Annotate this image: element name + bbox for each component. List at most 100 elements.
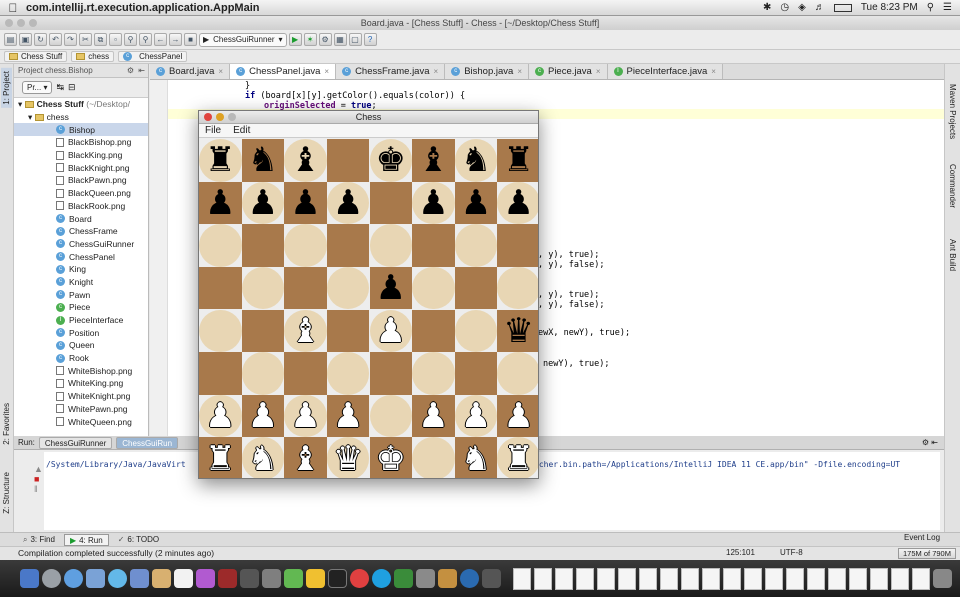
gear-icon[interactable]: ⚙ — [127, 64, 134, 78]
close-tab-icon[interactable]: × — [596, 67, 601, 76]
board-square[interactable]: ♟ — [369, 309, 413, 353]
board-square[interactable] — [369, 181, 413, 225]
safari-icon[interactable] — [64, 569, 83, 588]
bottom-tool-tab[interactable]: ▶ 4: Run — [63, 533, 109, 546]
bottom-tool-tab[interactable]: ⌕ 3: Find — [18, 534, 60, 546]
stop-icon[interactable]: ■ — [34, 474, 44, 484]
black-pawn-icon[interactable]: ♟ — [333, 186, 363, 220]
structure-tool-tab[interactable]: Z: Structure — [1, 469, 12, 517]
rerun-icon[interactable]: ▲ — [34, 464, 44, 474]
app-menu-title[interactable]: com.intellij.rt.execution.application.Ap… — [26, 2, 259, 14]
board-square[interactable]: ♟ — [497, 394, 538, 438]
board-square[interactable] — [241, 266, 285, 310]
document-icon[interactable] — [765, 567, 783, 590]
tree-item[interactable]: BlackBishop.png — [14, 136, 148, 149]
tree-item[interactable]: c Queen — [14, 339, 148, 352]
editor-tab[interactable]: c Board.java × — [150, 64, 231, 79]
close-tab-icon[interactable]: × — [324, 67, 329, 76]
favorites-tool-tab[interactable]: 2: Favorites — [1, 400, 12, 448]
tree-item[interactable]: WhiteBishop.png — [14, 364, 148, 377]
tree-item[interactable]: c King — [14, 263, 148, 276]
white-bishop-icon[interactable]: ♝ — [290, 314, 320, 348]
black-bishop-icon[interactable]: ♝ — [290, 143, 320, 177]
board-square[interactable]: ♟ — [284, 394, 327, 438]
app-icon[interactable] — [482, 569, 501, 588]
debug-icon[interactable]: ✶ — [303, 33, 317, 46]
board-square[interactable]: ♝ — [284, 437, 327, 478]
tree-item[interactable]: BlackPawn.png — [14, 174, 148, 187]
document-icon[interactable] — [534, 567, 552, 590]
event-log-button[interactable]: Event Log — [904, 533, 940, 542]
tree-item[interactable]: c Piece — [14, 301, 148, 314]
board-square[interactable] — [497, 352, 538, 395]
pause-icon[interactable]: ‖ — [34, 484, 44, 494]
board-square[interactable]: ♛ — [497, 309, 538, 353]
memory-indicator[interactable]: 175M of 790M — [898, 548, 956, 559]
black-bishop-icon[interactable]: ♝ — [418, 143, 448, 177]
document-icon[interactable] — [849, 567, 867, 590]
run-tab[interactable]: ChessGuiRun — [116, 436, 179, 449]
tree-package[interactable]: ▾ chess — [14, 111, 148, 124]
board-square[interactable]: ♚ — [369, 437, 413, 478]
document-icon[interactable] — [639, 567, 657, 590]
white-bishop-icon[interactable]: ♝ — [290, 442, 320, 476]
preview-icon[interactable] — [416, 569, 435, 588]
board-square[interactable] — [241, 309, 285, 353]
board-square[interactable]: ♟ — [199, 394, 242, 438]
board-square[interactable]: ♟ — [199, 181, 242, 225]
open-folder-icon[interactable]: ▤ — [4, 33, 17, 46]
make-project-icon[interactable]: ■ — [184, 33, 197, 46]
commander-tab[interactable]: Commander — [948, 164, 957, 208]
black-pawn-icon[interactable]: ♟ — [248, 186, 278, 220]
board-square[interactable]: ♝ — [412, 139, 455, 182]
zoom-window-icon[interactable] — [228, 113, 236, 121]
run-tab[interactable]: ChessGuiRunner — [38, 436, 113, 449]
board-square[interactable]: ♜ — [497, 139, 538, 182]
board-square[interactable]: ♟ — [497, 181, 538, 225]
black-king-icon[interactable]: ♚ — [376, 143, 406, 177]
board-square[interactable] — [369, 224, 413, 267]
board-square[interactable] — [326, 266, 370, 310]
close-window-icon[interactable] — [204, 113, 212, 121]
white-pawn-icon[interactable]: ♟ — [290, 399, 320, 433]
document-icon[interactable] — [681, 567, 699, 590]
board-square[interactable] — [412, 266, 455, 310]
app-store-icon[interactable] — [108, 569, 127, 588]
tree-item[interactable]: BlackRook.png — [14, 200, 148, 213]
run-config-select[interactable]: ▶ ChessGuiRunner ▾ — [199, 32, 287, 47]
board-square[interactable] — [326, 224, 370, 267]
mail-icon[interactable] — [86, 569, 105, 588]
board-square[interactable] — [326, 352, 370, 395]
white-pawn-icon[interactable]: ♟ — [418, 399, 448, 433]
board-square[interactable]: ♜ — [199, 139, 242, 182]
board-square[interactable]: ♟ — [369, 266, 413, 310]
document-icon[interactable] — [555, 567, 573, 590]
board-square[interactable]: ♟ — [241, 394, 285, 438]
tree-item[interactable]: c Bishop — [14, 123, 148, 137]
editor-tab[interactable]: c ChessFrame.java × — [336, 64, 446, 79]
menu-edit[interactable]: Edit — [233, 124, 250, 137]
board-square[interactable] — [199, 352, 242, 395]
white-pawn-icon[interactable]: ♟ — [376, 314, 406, 348]
board-square[interactable]: ♛ — [326, 437, 370, 478]
back-icon[interactable]: ← — [154, 33, 167, 46]
hide-panel-icon[interactable]: ⇤ — [138, 64, 145, 78]
board-square[interactable]: ♜ — [497, 437, 538, 478]
iphoto-icon[interactable] — [240, 569, 259, 588]
close-window-icon[interactable] — [5, 19, 13, 27]
board-square[interactable] — [369, 394, 413, 438]
board-square[interactable] — [369, 352, 413, 395]
vcs-icon[interactable]: ▢ — [348, 33, 362, 46]
board-square[interactable] — [412, 224, 455, 267]
tree-item[interactable]: WhiteKnight.png — [14, 390, 148, 403]
white-pawn-icon[interactable]: ♟ — [503, 399, 533, 433]
board-square[interactable] — [454, 309, 498, 353]
trash-icon[interactable] — [933, 569, 952, 588]
board-square[interactable] — [454, 224, 498, 267]
maven-projects-tab[interactable]: Maven Projects — [948, 84, 957, 139]
chrome-icon[interactable] — [350, 569, 369, 588]
tree-item[interactable]: WhitePawn.png — [14, 403, 148, 416]
java-icon[interactable] — [460, 569, 479, 588]
tree-item[interactable]: c ChessPanel — [14, 250, 148, 263]
notification-icon[interactable]: ☰ — [943, 2, 952, 13]
